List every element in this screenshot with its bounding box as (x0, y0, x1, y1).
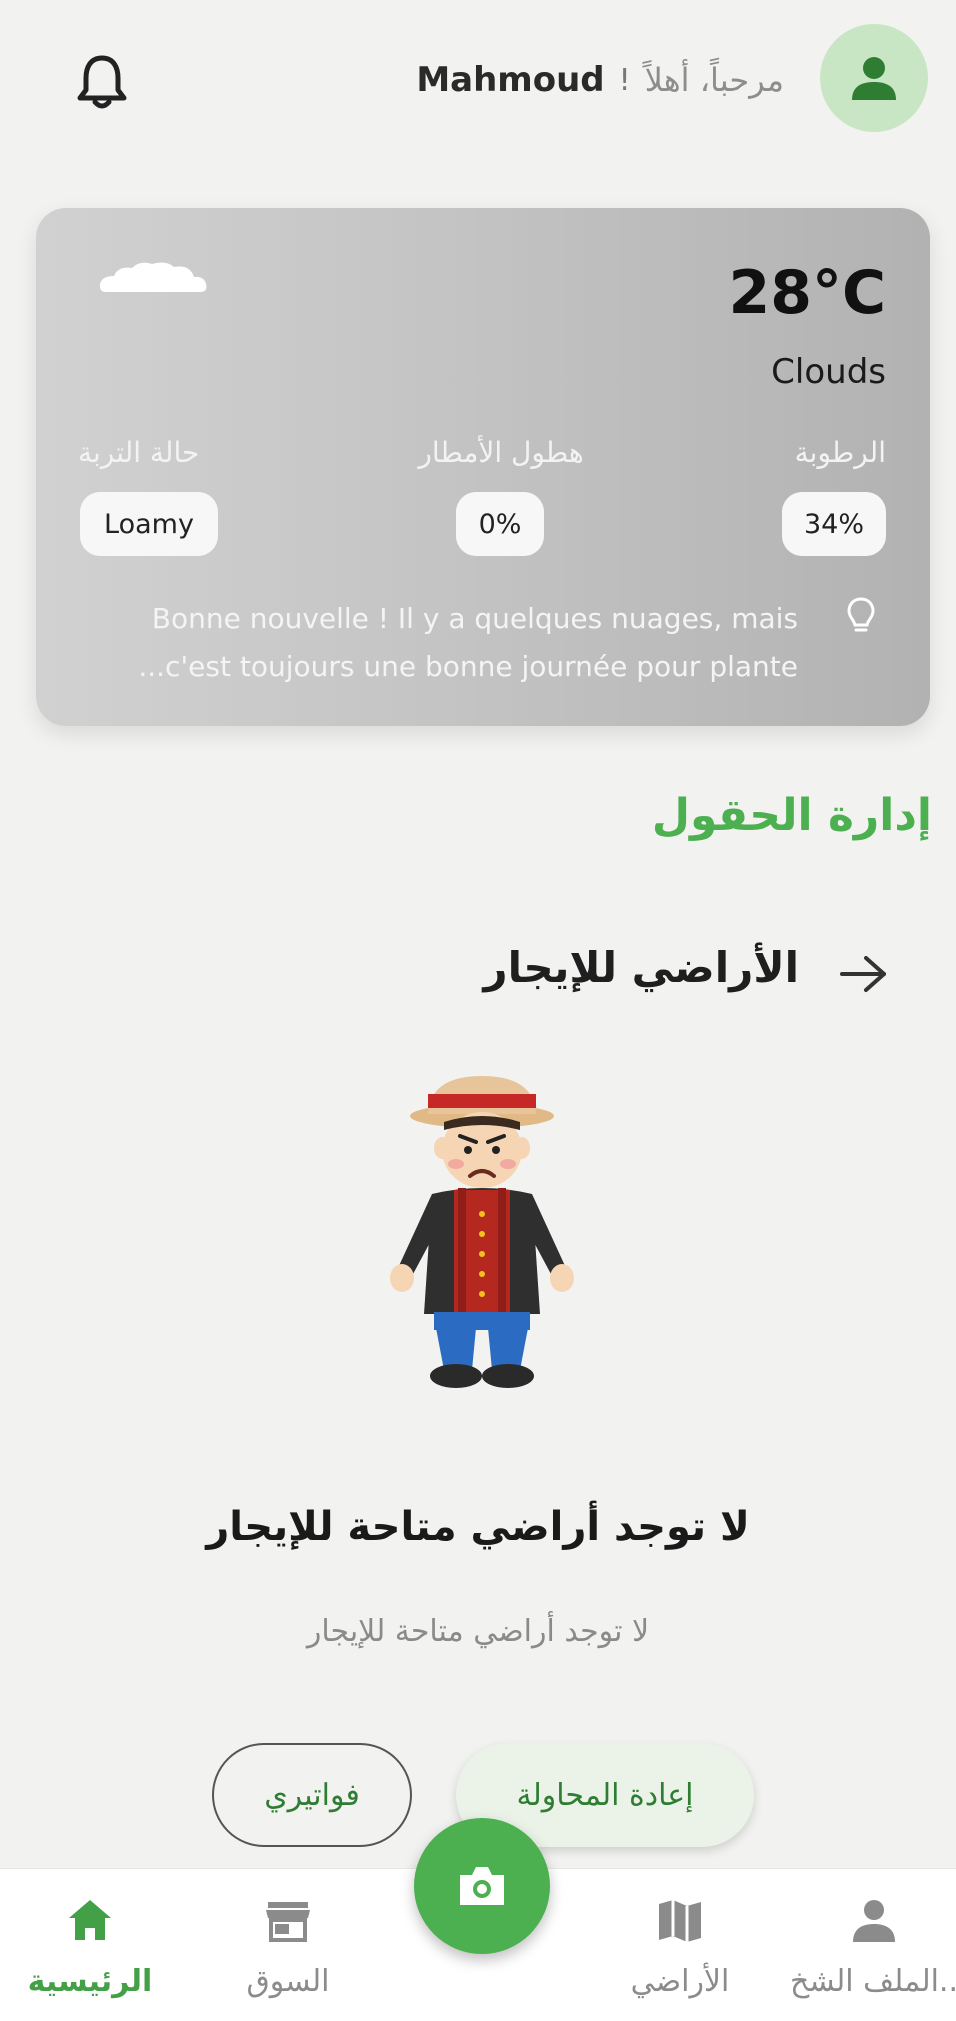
lightbulb-icon (846, 596, 876, 636)
weather-condition: Clouds (771, 352, 886, 392)
username: Mahmoud (416, 60, 605, 100)
nav-item-home[interactable]: الرئيسية (0, 1896, 180, 2006)
person-icon (852, 57, 896, 100)
arrow-right-icon[interactable] (838, 952, 890, 996)
map-icon (659, 1900, 701, 1942)
greeting-exclaim: ! (618, 62, 631, 98)
store-icon (266, 1902, 310, 1942)
cloud-icon (96, 258, 210, 294)
camera-icon (460, 1867, 504, 1905)
greeting-text: مرحباً، أهلاً (644, 61, 784, 99)
nav-item-market[interactable]: السوق (198, 1896, 378, 2006)
weather-tip-line1: Bonne nouvelle ! Il y a quelques nuages,… (151, 602, 798, 635)
rent-lands-title: الأراضي للإيجار (483, 943, 799, 992)
person-icon (853, 1900, 895, 1942)
avatar[interactable] (820, 24, 928, 132)
nav-item-profile[interactable]: ..الملف الشخ (784, 1896, 956, 2006)
section-title: إدارة الحقول (651, 790, 932, 841)
greeting: Mahmoud ! مرحباً، أهلاً (416, 55, 784, 105)
nav-label-profile: ..الملف الشخ (789, 1964, 956, 1999)
rain-label: هطول الأمطار (418, 436, 584, 469)
soil-value: Loamy (80, 492, 218, 556)
empty-state-title: لا توجد أراضي متاحة للإيجار (206, 1504, 750, 1550)
sad-farmer-illustration (372, 1070, 592, 1390)
soil-label: حالة التربة (78, 436, 200, 469)
notification-bell-icon[interactable] (74, 52, 130, 112)
weather-tip: Bonne nouvelle ! Il y a quelques nuages,… (70, 595, 850, 691)
home-icon (69, 1900, 111, 1940)
nav-label-lands: الأراضي (630, 1964, 730, 1999)
nav-item-lands[interactable]: الأراضي (590, 1896, 770, 2006)
camera-button[interactable] (414, 1818, 550, 1954)
weather-tip-line2: ...c'est toujours une bonne journée pour… (138, 650, 798, 683)
empty-state-subtitle: لا توجد أراضي متاحة للإيجار (306, 1614, 650, 1649)
temperature: 28°C (728, 258, 886, 328)
my-bills-button[interactable]: فواتيري (212, 1743, 412, 1847)
rain-value: 0% (456, 492, 544, 556)
humidity-value: 34% (782, 492, 886, 556)
humidity-label: الرطوبة (794, 436, 886, 469)
nav-label-market: السوق (246, 1964, 330, 1999)
nav-label-home: الرئيسية (27, 1964, 153, 1999)
